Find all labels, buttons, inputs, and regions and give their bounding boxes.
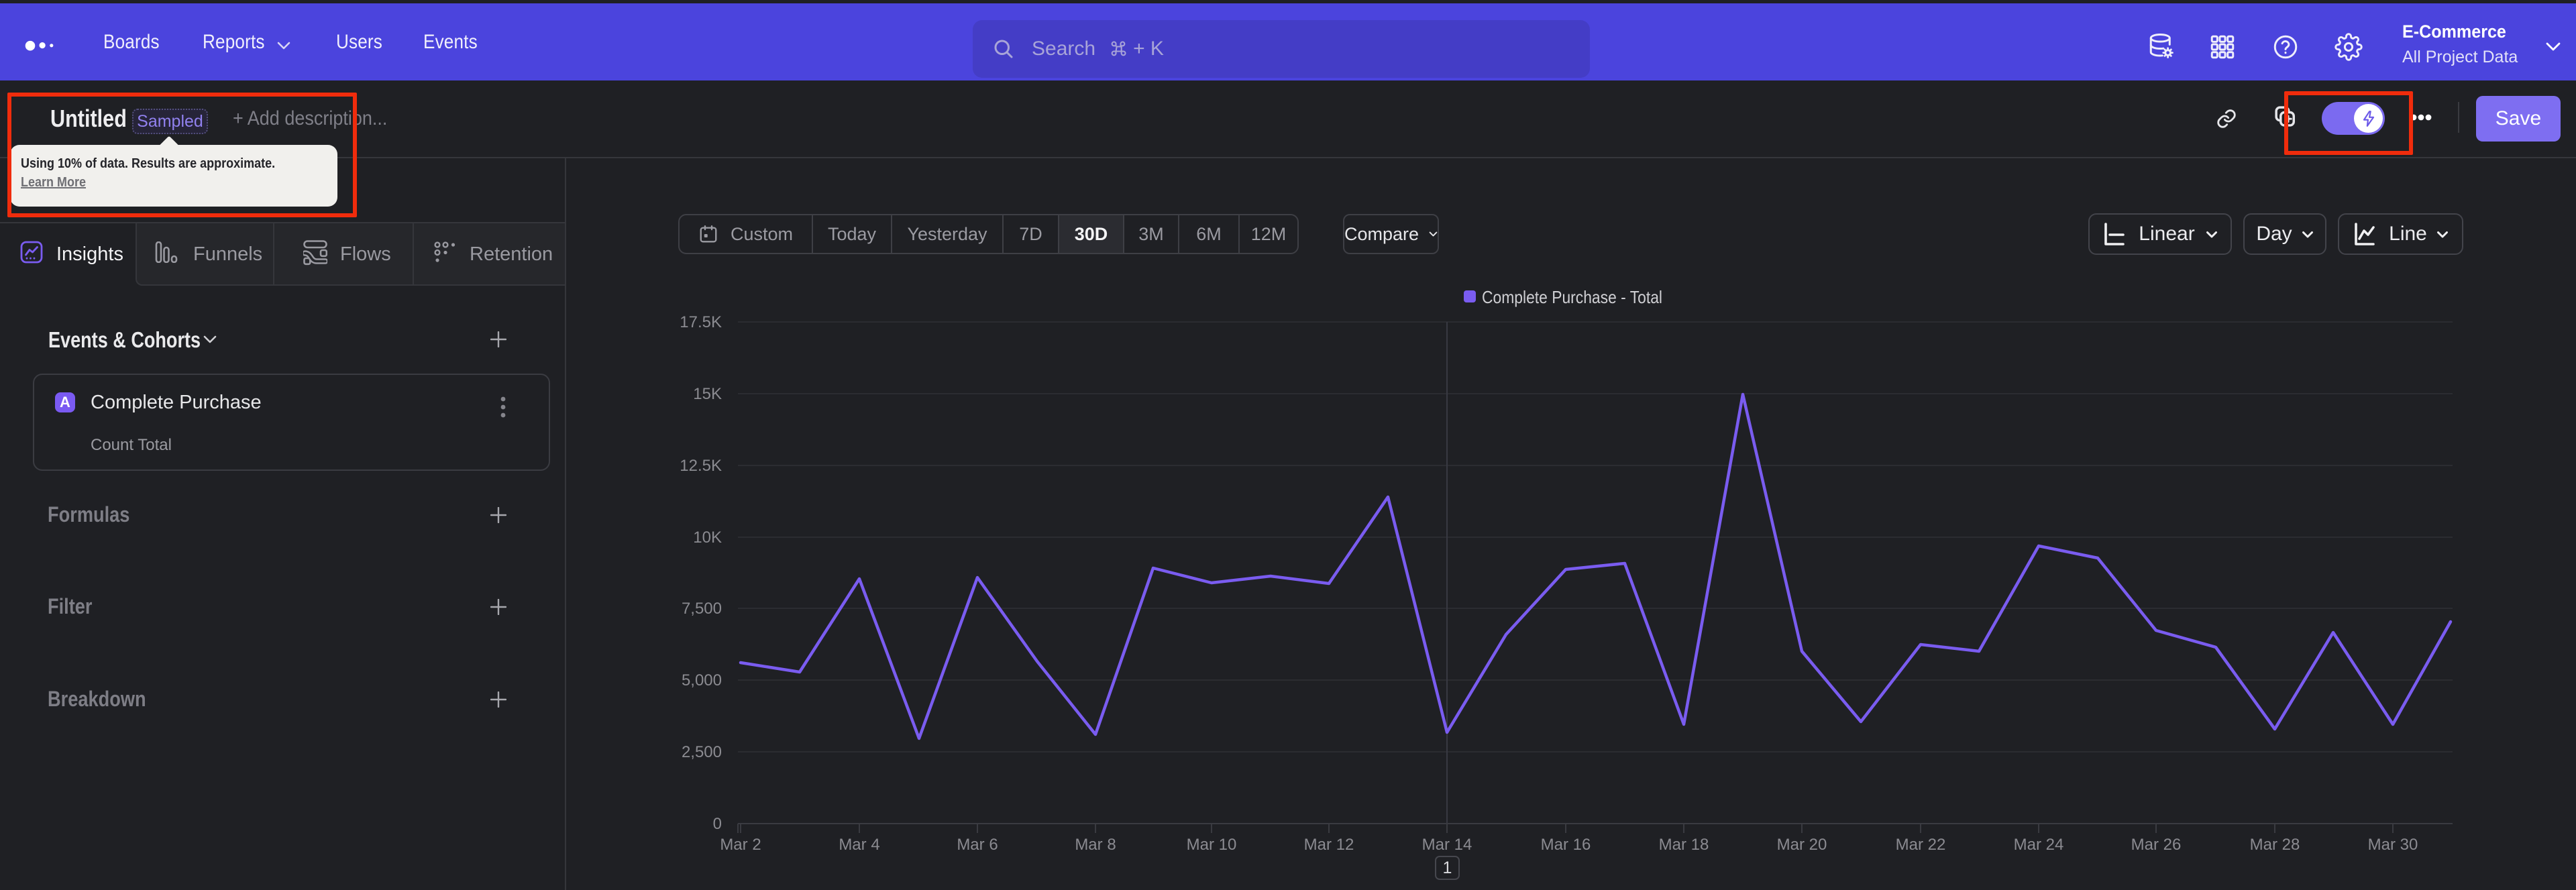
svg-text:Mar 24: Mar 24 bbox=[2014, 836, 2064, 854]
svg-text:2,500: 2,500 bbox=[682, 743, 722, 761]
svg-text:Mar 10: Mar 10 bbox=[1187, 836, 1237, 854]
svg-text:Mar 8: Mar 8 bbox=[1075, 836, 1116, 854]
svg-text:7,500: 7,500 bbox=[682, 600, 722, 618]
svg-text:5,000: 5,000 bbox=[682, 671, 722, 689]
svg-text:17.5K: 17.5K bbox=[680, 313, 722, 331]
svg-text:10K: 10K bbox=[693, 529, 722, 547]
svg-text:Mar 22: Mar 22 bbox=[1896, 836, 1946, 854]
svg-text:Mar 30: Mar 30 bbox=[2368, 836, 2418, 854]
svg-text:Mar 28: Mar 28 bbox=[2250, 836, 2300, 854]
svg-text:Mar 2: Mar 2 bbox=[720, 836, 761, 854]
svg-text:Mar 4: Mar 4 bbox=[839, 836, 879, 854]
svg-text:Mar 14: Mar 14 bbox=[1422, 836, 1472, 854]
svg-text:Mar 26: Mar 26 bbox=[2131, 836, 2182, 854]
svg-text:Mar 12: Mar 12 bbox=[1304, 836, 1354, 854]
svg-text:Complete Purchase - Total: Complete Purchase - Total bbox=[1482, 287, 1662, 307]
svg-text:0: 0 bbox=[713, 815, 722, 833]
svg-text:Mar 6: Mar 6 bbox=[957, 836, 998, 854]
svg-text:Mar 16: Mar 16 bbox=[1541, 836, 1591, 854]
svg-text:Mar 18: Mar 18 bbox=[1659, 836, 1709, 854]
svg-text:12.5K: 12.5K bbox=[680, 457, 722, 475]
svg-text:15K: 15K bbox=[693, 385, 722, 403]
svg-text:Mar 20: Mar 20 bbox=[1777, 836, 1827, 854]
